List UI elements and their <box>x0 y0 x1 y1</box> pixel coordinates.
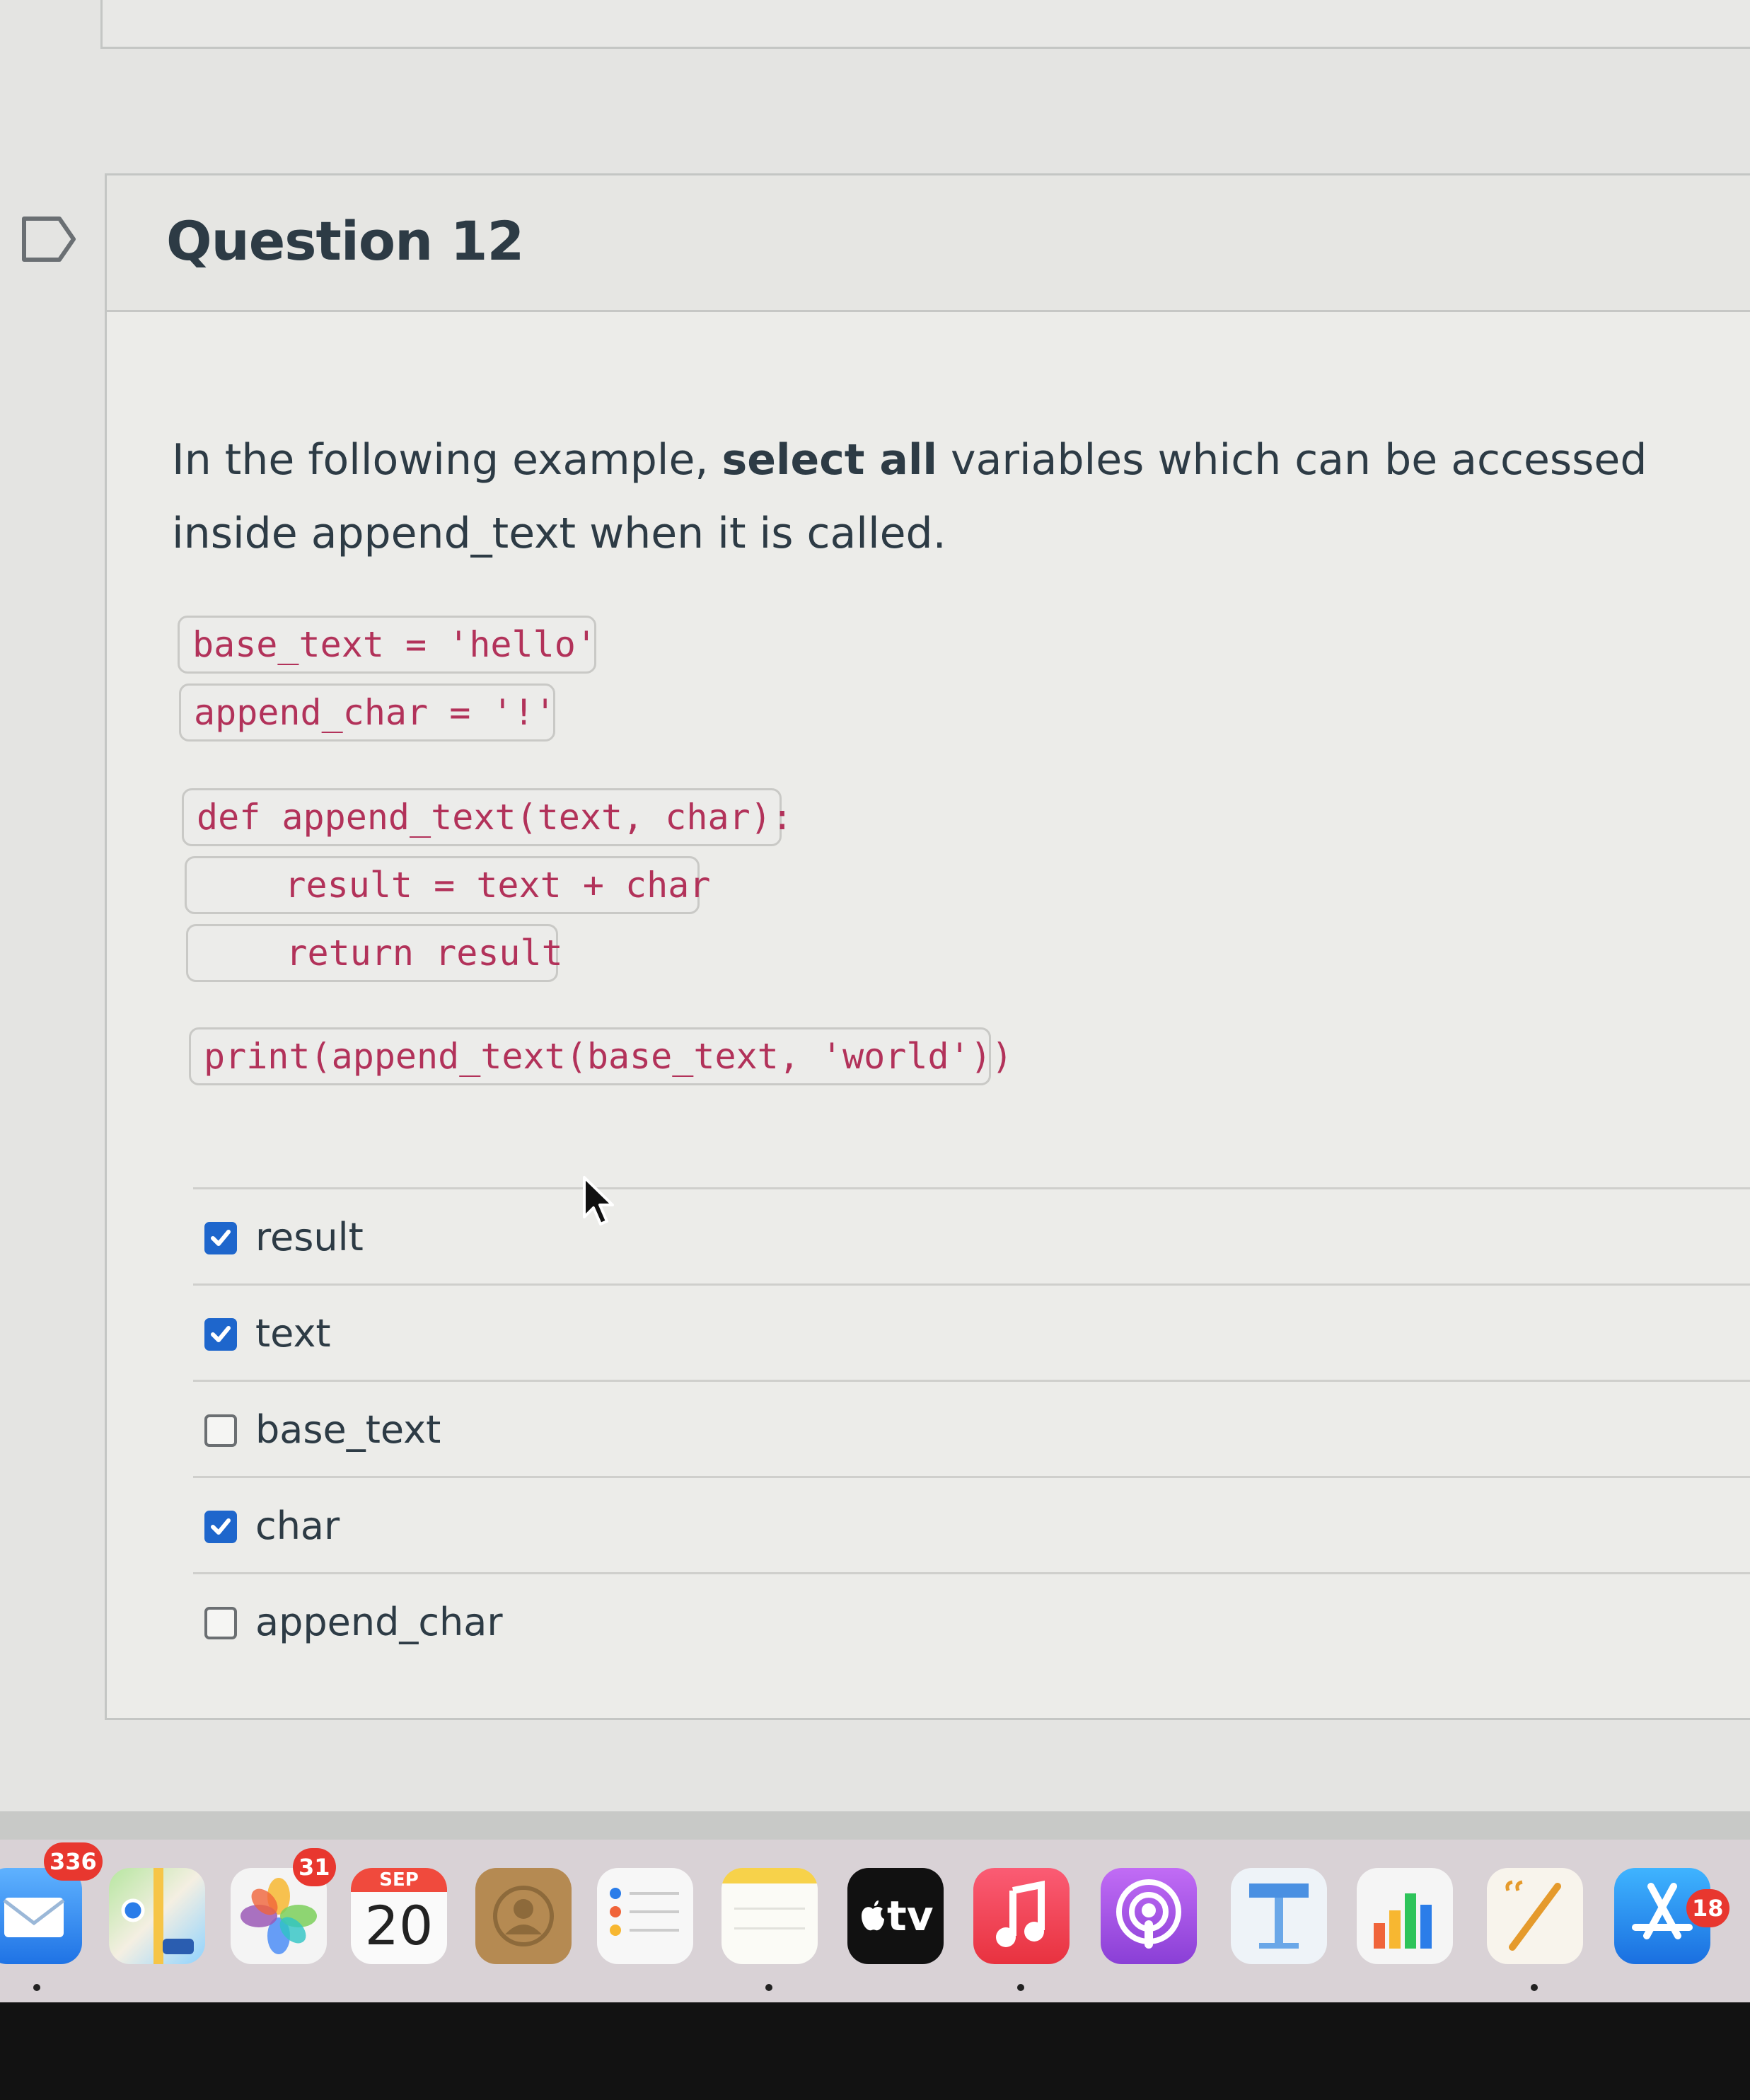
checkbox-checked[interactable] <box>204 1511 237 1543</box>
screen-bezel <box>0 2002 1750 2100</box>
numbers-app-icon[interactable] <box>1357 1868 1453 1964</box>
checkbox-checked[interactable] <box>204 1318 237 1351</box>
calendar-app-icon[interactable]: SEP 20 <box>351 1868 447 1964</box>
podcasts-app-icon[interactable] <box>1101 1868 1197 1964</box>
code-line-3: def append_text(text, char): <box>182 788 793 846</box>
answer-label: text <box>255 1311 331 1356</box>
checklist-icon <box>610 1888 679 1936</box>
maps-app-icon[interactable] <box>109 1868 205 1964</box>
question-title: Question 12 <box>166 209 524 272</box>
answer-option-result[interactable]: result <box>193 1189 1750 1286</box>
app-store-badge: 18 <box>1686 1889 1729 1927</box>
map-pin-icon <box>121 1868 194 1964</box>
code-line-5: return result <box>186 924 563 982</box>
checkmark-icon <box>211 1518 231 1535</box>
notes-app-icon[interactable] <box>722 1868 818 1964</box>
calendar-month: SEP <box>351 1868 447 1892</box>
running-indicator <box>33 1984 40 1991</box>
question-prompt: In the following example, select all var… <box>172 423 1750 570</box>
reminders-app-icon[interactable] <box>597 1868 693 1964</box>
music-app-icon[interactable] <box>973 1868 1070 1964</box>
running-indicator <box>1531 1984 1538 1991</box>
answer-option-append-char[interactable]: append_char <box>193 1574 1750 1671</box>
answer-label: append_char <box>255 1600 503 1644</box>
pen-icon <box>1505 1880 1561 1951</box>
person-icon <box>493 1886 554 1946</box>
envelope-icon <box>3 1898 65 1937</box>
code-line-2: append_char = '!' <box>179 683 556 742</box>
running-indicator <box>765 1984 772 1991</box>
checkbox-unchecked[interactable] <box>204 1414 237 1447</box>
mouse-pointer-icon <box>583 1176 614 1225</box>
answer-label: char <box>255 1504 340 1548</box>
notepad-icon <box>734 1908 805 1929</box>
code-line-4: result = text + char <box>185 856 710 914</box>
music-note-icon <box>996 1880 1045 1947</box>
answer-option-text[interactable]: text <box>193 1286 1750 1382</box>
checkbox-unchecked[interactable] <box>204 1607 237 1639</box>
prompt-text-before: In the following example, <box>172 435 722 485</box>
apple-logo-icon <box>862 1900 884 1931</box>
calendar-day: 20 <box>364 1894 434 1957</box>
tv-label: tv <box>887 1892 934 1940</box>
answer-label: base_text <box>255 1407 441 1452</box>
running-indicator <box>1017 1984 1024 1991</box>
pages-app-icon[interactable] <box>1487 1868 1583 1964</box>
question-card: Question 12 2 In the following example, … <box>105 173 1750 1720</box>
podcast-icon <box>1116 1879 1181 1949</box>
tv-app-icon[interactable]: tv <box>847 1868 944 1964</box>
code-line-1: base_text = 'hello' <box>178 616 597 674</box>
bookmark-flag-icon[interactable] <box>21 216 78 262</box>
mail-badge: 336 <box>44 1842 103 1881</box>
prompt-text-bold: select all <box>722 435 937 485</box>
bar-chart-icon <box>1374 1893 1432 1949</box>
answer-option-base-text[interactable]: base_text <box>193 1382 1750 1478</box>
previous-question-card <box>100 0 1750 49</box>
question-header: Question 12 2 <box>107 175 1750 312</box>
checkmark-icon <box>211 1230 231 1246</box>
code-line-6: print(append_text(base_text, 'world')) <box>189 1027 1013 1085</box>
answer-option-char[interactable]: char <box>193 1478 1750 1574</box>
keynote-app-icon[interactable] <box>1231 1868 1327 1964</box>
answer-label: result <box>255 1215 364 1259</box>
podium-icon <box>1249 1883 1309 1949</box>
photos-badge: 31 <box>293 1848 336 1886</box>
checkmark-icon <box>211 1326 231 1342</box>
mail-app-icon[interactable] <box>0 1868 82 1964</box>
checkbox-checked[interactable] <box>204 1222 237 1254</box>
contacts-app-icon[interactable] <box>475 1868 572 1964</box>
